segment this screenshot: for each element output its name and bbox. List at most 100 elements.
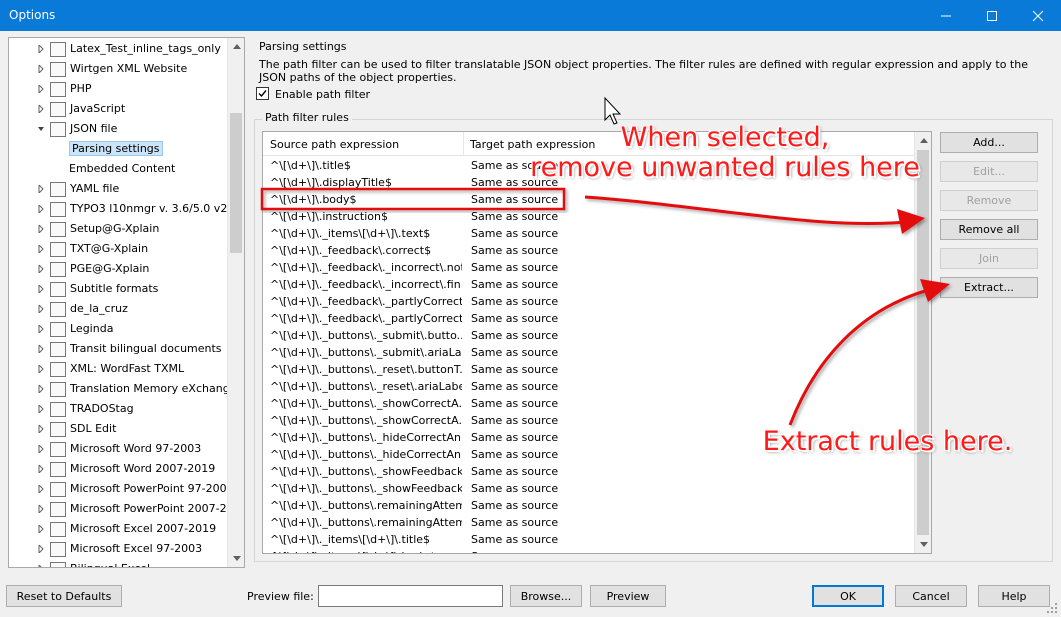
chevron-right-icon[interactable]: [38, 425, 44, 433]
tree-item[interactable]: TXT@G-Xplain: [9, 239, 229, 259]
maximize-button[interactable]: [969, 0, 1015, 31]
table-row[interactable]: ^\[\d+\]\._buttons\._reset\.buttonT... Sa…: [263, 361, 915, 378]
join-button[interactable]: Join: [940, 248, 1038, 269]
tree-item[interactable]: Setup@G-Xplain: [9, 219, 229, 239]
tree-item[interactable]: PGE@G-Xplain: [9, 259, 229, 279]
table-row[interactable]: ^\[\d+\]\._buttons\._submit\.butto... Sam…: [263, 327, 915, 344]
table-row[interactable]: ^\[\d+\]\._feedback\._partlyCorrect\... S…: [263, 293, 915, 310]
reset-to-defaults-button[interactable]: Reset to Defaults: [6, 585, 122, 607]
chevron-right-icon[interactable]: [38, 385, 44, 393]
tree-item[interactable]: Parsing settings: [9, 139, 229, 159]
table-row[interactable]: ^\[\d+\]\.instruction$ Same as source: [263, 208, 915, 225]
add-button[interactable]: Add...: [940, 132, 1038, 153]
chevron-right-icon[interactable]: [38, 525, 44, 533]
table-row[interactable]: ^\[\d+\]\._buttons\.remainingAttem... Sam…: [263, 514, 915, 531]
chevron-right-icon[interactable]: [38, 45, 44, 53]
scroll-down-arrow-icon[interactable]: [228, 550, 244, 567]
preview-file-input[interactable]: [318, 585, 503, 607]
chevron-right-icon[interactable]: [38, 465, 44, 473]
chevron-right-icon[interactable]: [38, 485, 44, 493]
tree-item[interactable]: Latex_Test_inline_tags_only: [9, 39, 229, 59]
table-row[interactable]: ^\[\d+\]\._items\[\d+\]\.text$ Same as so…: [263, 225, 915, 242]
tree-scrollbar[interactable]: [227, 38, 244, 567]
close-button[interactable]: [1015, 0, 1061, 31]
table-row[interactable]: ^\[\d+\]\._items\[\d+\]\.title$ Same as s…: [263, 531, 915, 548]
table-scroll-down-icon[interactable]: [915, 536, 931, 553]
chevron-right-icon[interactable]: [38, 65, 44, 73]
tree-item[interactable]: Microsoft PowerPoint 97-2003: [9, 479, 234, 499]
chevron-right-icon[interactable]: [38, 365, 44, 373]
tree-item[interactable]: JavaScript: [9, 99, 229, 119]
edit-button[interactable]: Edit...: [940, 161, 1038, 182]
table-row[interactable]: ^\[\d+\]\._buttons\._showFeedback... Same…: [263, 480, 915, 497]
chevron-right-icon[interactable]: [38, 345, 44, 353]
table-row[interactable]: ^\[\d+\]\._feedback\._incorrect\.not... S…: [263, 259, 915, 276]
cancel-button[interactable]: Cancel: [895, 585, 967, 607]
tree-item[interactable]: Leginda: [9, 319, 229, 339]
chevron-right-icon[interactable]: [38, 265, 44, 273]
extract-button[interactable]: Extract...: [940, 277, 1038, 298]
col-source-header[interactable]: Source path expression: [270, 138, 399, 151]
tree-item[interactable]: Transit bilingual documents: [9, 339, 229, 359]
tree-item[interactable]: TYPO3 l10nmgr v. 3.6/5.0 v2: [9, 199, 229, 219]
tree-item[interactable]: de_la_cruz: [9, 299, 229, 319]
browse-button[interactable]: Browse...: [510, 585, 582, 607]
table-row[interactable]: ^\[\d+\]\._buttons\.remainingAttem... Sam…: [263, 497, 915, 514]
chevron-right-icon[interactable]: [38, 185, 44, 193]
tree-item[interactable]: Microsoft Excel 2007-2019: [9, 519, 229, 539]
chevron-right-icon[interactable]: [38, 325, 44, 333]
table-row[interactable]: ^\[\d+\]\._feedback\._partlyCorrect\... S…: [263, 310, 915, 327]
tree-item[interactable]: SDL Edit: [9, 419, 229, 439]
table-scrollbar[interactable]: [914, 132, 931, 553]
enable-path-filter-label: Enable path filter: [275, 88, 371, 101]
tree-item[interactable]: TRADOStag: [9, 399, 229, 419]
table-scroll-thumb[interactable]: [917, 150, 929, 535]
tree-item[interactable]: Subtitle formats: [9, 279, 229, 299]
minimize-button[interactable]: [923, 0, 969, 31]
tree-item[interactable]: Translation Memory eXchange: [9, 379, 236, 399]
rules-table[interactable]: Source path expression Target path expre…: [262, 131, 932, 554]
size-grip-icon[interactable]: [1045, 601, 1059, 615]
chevron-right-icon[interactable]: [38, 245, 44, 253]
tree-item[interactable]: Microsoft Excel 97-2003: [9, 539, 229, 559]
table-row[interactable]: ^\[\d+\]\._buttons\._showCorrectA... Same…: [263, 395, 915, 412]
chevron-right-icon[interactable]: [38, 545, 44, 553]
table-row[interactable]: ^\[\d+\]\._buttons\._submit\.ariaLa... Sa…: [263, 344, 915, 361]
chevron-right-icon[interactable]: [38, 225, 44, 233]
tree-item[interactable]: Bilingual Excel: [9, 559, 229, 568]
table-row[interactable]: ^\[\d+\]\._feedback\._incorrect\.fin... S…: [263, 276, 915, 293]
tree-item[interactable]: Microsoft Word 2007-2019: [9, 459, 229, 479]
help-button[interactable]: Help: [978, 585, 1050, 607]
tree-item[interactable]: XML: WordFast TXML: [9, 359, 229, 379]
table-row[interactable]: ^\[\d+\]\._items\[\d+\]\.body$ Same as so…: [263, 548, 915, 553]
chevron-right-icon[interactable]: [38, 205, 44, 213]
chevron-right-icon[interactable]: [38, 505, 44, 513]
scroll-up-arrow-icon[interactable]: [228, 38, 244, 55]
chevron-right-icon[interactable]: [38, 565, 44, 568]
enable-path-filter-checkbox[interactable]: [256, 87, 269, 100]
table-row[interactable]: ^\[\d+\]\.body$ Same as source: [263, 191, 915, 208]
remove-all-button[interactable]: Remove all: [940, 219, 1038, 240]
tree-scroll-thumb[interactable]: [230, 113, 242, 253]
file-type-tree[interactable]: Latex_Test_inline_tags_only Wirtgen XML W…: [8, 37, 245, 568]
table-row[interactable]: ^\[\d+\]\._buttons\._reset\.ariaLabel$ Sa…: [263, 378, 915, 395]
chevron-right-icon[interactable]: [38, 305, 44, 313]
chevron-right-icon[interactable]: [38, 445, 44, 453]
table-row[interactable]: ^\[\d+\]\._buttons\._showFeedback... Same…: [263, 463, 915, 480]
tree-item[interactable]: Microsoft Word 97-2003: [9, 439, 229, 459]
chevron-right-icon[interactable]: [38, 285, 44, 293]
chevron-down-icon[interactable]: [38, 125, 44, 133]
tree-item[interactable]: JSON file: [9, 119, 229, 139]
ok-button[interactable]: OK: [812, 585, 884, 607]
preview-button[interactable]: Preview: [590, 585, 666, 607]
tree-item[interactable]: Embedded Content: [9, 159, 229, 179]
chevron-right-icon[interactable]: [38, 405, 44, 413]
table-row[interactable]: ^\[\d+\]\._feedback\.correct$ Same as sou…: [263, 242, 915, 259]
tree-item[interactable]: PHP: [9, 79, 229, 99]
chevron-right-icon[interactable]: [38, 85, 44, 93]
tree-item[interactable]: Microsoft PowerPoint 2007-20: [9, 499, 234, 519]
tree-item[interactable]: Wirtgen XML Website: [9, 59, 229, 79]
remove-button[interactable]: Remove: [940, 190, 1038, 211]
chevron-right-icon[interactable]: [38, 105, 44, 113]
tree-item[interactable]: YAML file: [9, 179, 229, 199]
